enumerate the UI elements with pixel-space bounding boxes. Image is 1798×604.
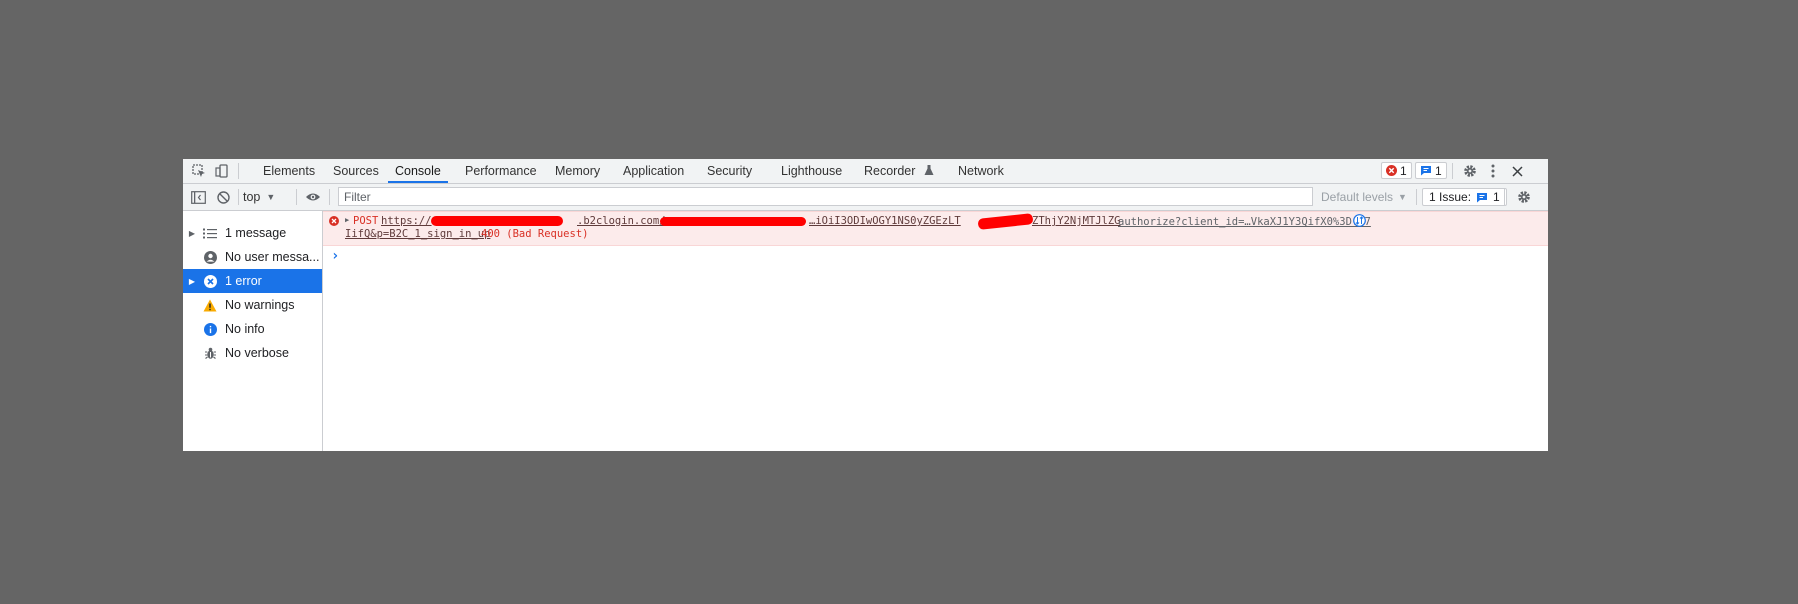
- tab-lighthouse[interactable]: Lighthouse: [781, 159, 842, 183]
- tab-performance[interactable]: Performance: [465, 159, 537, 183]
- sidebar-item-label: No verbose: [225, 346, 289, 360]
- sidebar-item-label: 1 message: [225, 226, 287, 240]
- message-count: 1: [1435, 163, 1442, 178]
- message-icon: [1476, 192, 1488, 203]
- filter-input[interactable]: [338, 187, 1313, 206]
- info-icon: [201, 320, 219, 338]
- sidebar-item-user-messages[interactable]: No user messa...: [183, 245, 322, 269]
- context-label: top: [243, 190, 261, 204]
- message-icon: [1420, 165, 1432, 176]
- network-request-icon[interactable]: [1353, 214, 1366, 227]
- tab-recorder-label: Recorder: [864, 164, 916, 178]
- issues-button[interactable]: 1 Issue: 1: [1422, 188, 1507, 206]
- sidebar-item-messages[interactable]: ▶ 1 message: [183, 221, 322, 245]
- device-toolbar-icon[interactable]: [212, 159, 232, 183]
- redaction-mark: [431, 216, 563, 226]
- expand-arrow-icon[interactable]: ▶: [183, 277, 201, 286]
- context-selector[interactable]: top ▼: [243, 184, 275, 210]
- console-settings-gear-icon[interactable]: [1512, 184, 1536, 210]
- bug-icon: [201, 344, 219, 362]
- live-expression-eye-icon[interactable]: [302, 184, 324, 210]
- user-icon: [201, 248, 219, 266]
- sidebar-item-label: 1 error: [225, 274, 262, 288]
- show-sidebar-icon[interactable]: [188, 184, 208, 210]
- experiment-flask-icon: [924, 160, 934, 184]
- console-prompt[interactable]: ›: [331, 248, 339, 264]
- issues-count: 1: [1493, 190, 1500, 204]
- sidebar-item-info[interactable]: No info: [183, 317, 322, 341]
- source-link[interactable]: authorize?client_id=…VkaXJ1Y3QifX0%3D:17: [1118, 216, 1371, 228]
- tab-elements[interactable]: Elements: [263, 159, 315, 183]
- sidebar-item-errors[interactable]: ▶ 1 error: [183, 269, 322, 293]
- redaction-mark: [977, 213, 1034, 230]
- divider: [329, 189, 330, 205]
- error-icon: [329, 216, 339, 226]
- divider: [238, 163, 239, 179]
- list-icon: [201, 224, 219, 242]
- close-icon[interactable]: [1506, 159, 1528, 183]
- console-output: ▶ POST https:// .b2clogin.com/ …iOiI3ODI…: [323, 211, 1548, 451]
- sidebar-item-warnings[interactable]: No warnings: [183, 293, 322, 317]
- tab-console[interactable]: Console: [388, 159, 448, 183]
- request-url-token[interactable]: …iOiI3ODIwOGY1NS0yZGEzLT: [809, 215, 961, 227]
- request-url-query[interactable]: IifQ&p=B2C_1_sign_in_up: [345, 228, 490, 240]
- dropdown-arrow-icon: ▼: [266, 192, 276, 202]
- response-status: 400 (Bad Request): [481, 228, 589, 240]
- warning-icon: [201, 296, 219, 314]
- request-url-start[interactable]: https://: [381, 215, 432, 227]
- sidebar-item-label: No warnings: [225, 298, 295, 312]
- error-count: 1: [1400, 163, 1407, 178]
- tab-sources[interactable]: Sources: [333, 159, 379, 183]
- error-icon: [201, 272, 219, 290]
- more-options-icon[interactable]: [1484, 159, 1502, 183]
- console-error-message: ▶ POST https:// .b2clogin.com/ …iOiI3ODI…: [323, 211, 1548, 246]
- inspect-element-icon[interactable]: [189, 159, 209, 183]
- devtools-tab-bar: Elements Sources Console Performance Mem…: [183, 159, 1548, 184]
- tab-recorder[interactable]: Recorder: [864, 159, 934, 183]
- log-levels-dropdown[interactable]: Default levels ▼: [1321, 184, 1407, 210]
- error-icon: [1386, 165, 1397, 176]
- console-toolbar: top ▼ Default levels ▼ 1 Issue: 1: [183, 184, 1548, 211]
- sidebar-item-verbose[interactable]: No verbose: [183, 341, 322, 365]
- expand-triangle-icon[interactable]: ▶: [345, 216, 349, 224]
- request-url-end[interactable]: ZThjY2NjMTJlZG: [1032, 215, 1121, 227]
- request-url-domain[interactable]: .b2clogin.com/: [577, 215, 666, 227]
- sidebar-item-label: No info: [225, 322, 265, 336]
- request-method: POST: [353, 215, 379, 227]
- redaction-mark: [660, 217, 806, 226]
- divider: [296, 189, 297, 205]
- divider: [1504, 189, 1505, 205]
- divider: [1416, 189, 1417, 205]
- clear-console-icon[interactable]: [213, 184, 233, 210]
- expand-arrow-icon[interactable]: ▶: [183, 229, 201, 238]
- issues-label: 1 Issue:: [1429, 190, 1472, 204]
- divider: [238, 189, 239, 205]
- tab-security[interactable]: Security: [707, 159, 752, 183]
- tab-network[interactable]: Network: [958, 159, 1004, 183]
- dropdown-arrow-icon: ▼: [1398, 192, 1407, 202]
- message-count-badge[interactable]: 1: [1415, 162, 1447, 179]
- divider: [1452, 163, 1453, 179]
- log-levels-label: Default levels: [1321, 190, 1394, 204]
- sidebar-item-label: No user messa...: [225, 250, 320, 264]
- tab-application[interactable]: Application: [623, 159, 684, 183]
- tab-memory[interactable]: Memory: [555, 159, 600, 183]
- devtools-panel: Elements Sources Console Performance Mem…: [183, 159, 1548, 451]
- console-sidebar: ▶ 1 message No user messa... ▶ 1 error N…: [183, 211, 323, 451]
- settings-gear-icon[interactable]: [1458, 159, 1482, 183]
- error-count-badge[interactable]: 1: [1381, 162, 1412, 179]
